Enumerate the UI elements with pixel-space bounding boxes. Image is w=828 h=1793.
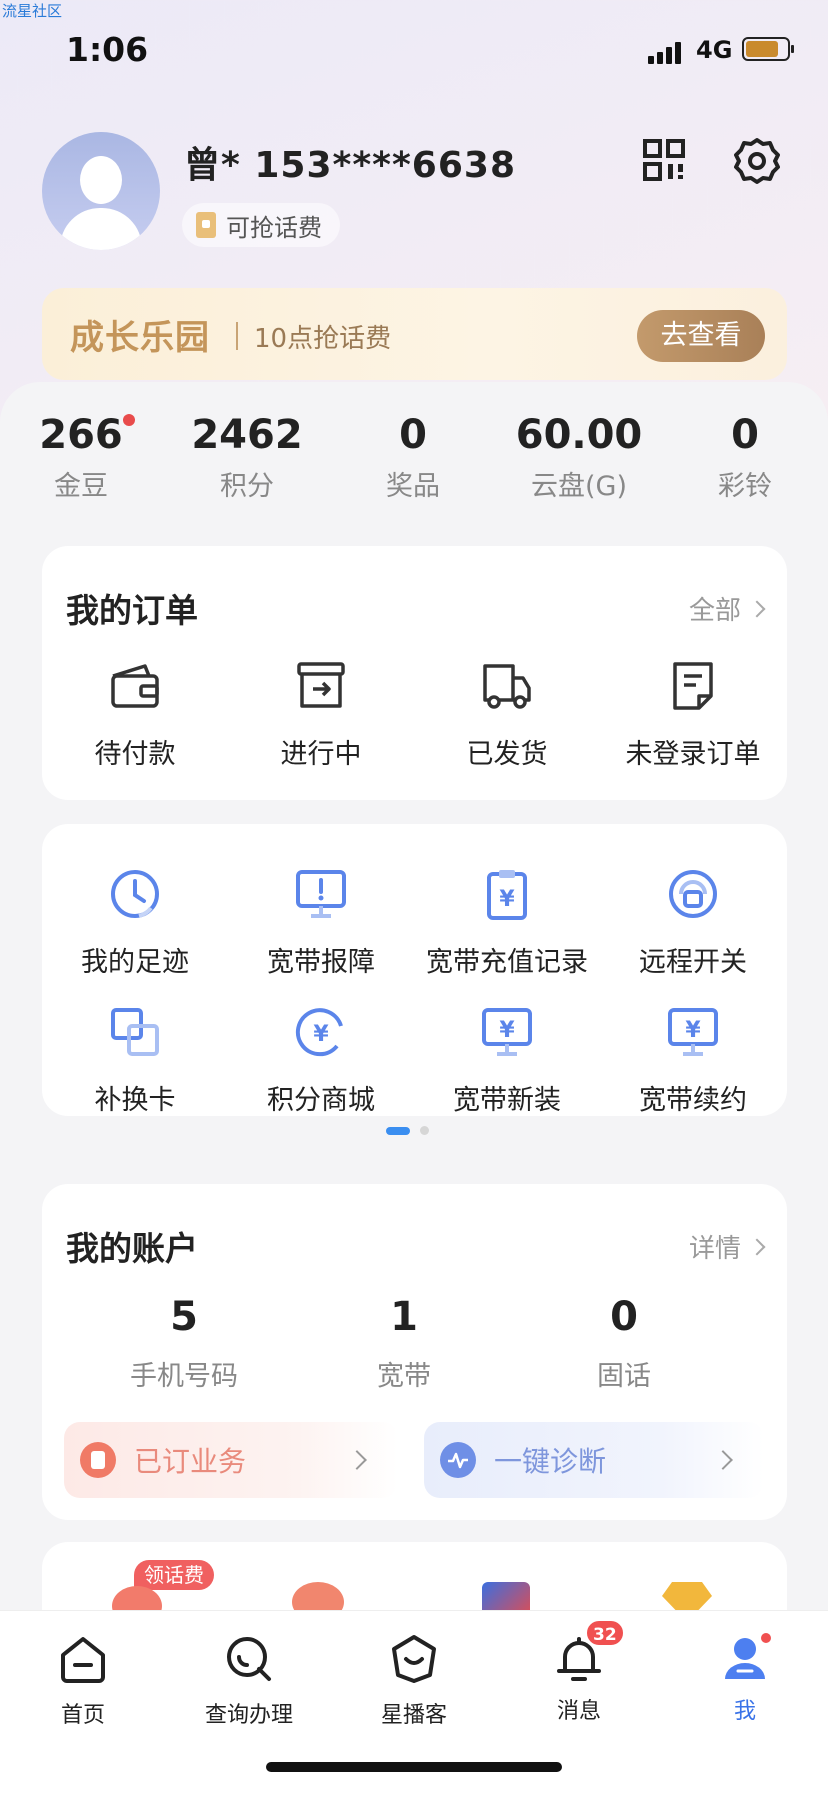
- tab-query[interactable]: 查询办理: [184, 1633, 314, 1729]
- orders-card: 我的订单 全部 待付款 进行中 已发货 未登录订单: [42, 546, 787, 800]
- tab-home[interactable]: 首页: [18, 1633, 148, 1729]
- svg-text:¥: ¥: [499, 1018, 515, 1043]
- receipt-icon: [673, 662, 713, 710]
- stat-prizes[interactable]: 0 奖品: [338, 412, 488, 503]
- page-indicator: [386, 1126, 429, 1135]
- network-type: 4G: [696, 36, 733, 64]
- battery-icon: [742, 37, 794, 61]
- page-dot-active: [386, 1126, 410, 1135]
- card-swap-icon: [111, 1008, 159, 1056]
- notification-dot: [759, 1631, 773, 1645]
- order-shipped[interactable]: 已发货: [414, 658, 600, 771]
- service-points-mall[interactable]: ¥ 积分商城: [228, 1004, 414, 1117]
- tab-star-podcast[interactable]: 星播客: [349, 1633, 479, 1729]
- badge-label: 可抢话费: [226, 213, 322, 242]
- remote-switch-icon: [669, 870, 717, 918]
- svg-text:¥: ¥: [685, 1018, 701, 1043]
- user-name: 曾* 153****6638: [184, 145, 517, 186]
- pulse-icon: [440, 1442, 476, 1478]
- chevron-right-icon: [347, 1450, 367, 1470]
- one-click-diagnose-button[interactable]: 一键诊断: [424, 1422, 764, 1498]
- account-title: 我的账户: [66, 1229, 198, 1268]
- qr-code-icon[interactable]: [642, 138, 686, 182]
- service-card-replacement[interactable]: 补换卡: [42, 1004, 228, 1117]
- stat-points[interactable]: 2462 积分: [172, 412, 322, 503]
- orders-all-link[interactable]: 全部: [689, 590, 766, 627]
- avatar[interactable]: [42, 132, 160, 250]
- account-phone-numbers[interactable]: 5 手机号码: [74, 1294, 294, 1393]
- monitor-yuan-icon: ¥: [668, 1008, 718, 1056]
- svg-text:¥: ¥: [313, 1022, 329, 1047]
- growth-park-banner[interactable]: 成长乐园 10点抢话费 去查看: [42, 288, 787, 380]
- service-broadband-recharge-history[interactable]: ¥ 宽带充值记录: [414, 866, 600, 979]
- message-count-badge: 32: [585, 1619, 625, 1647]
- home-icon: [61, 1637, 105, 1683]
- star-cast-icon: [392, 1635, 436, 1683]
- tab-messages[interactable]: 32 消息: [514, 1619, 644, 1725]
- document-icon: [80, 1442, 116, 1478]
- chevron-right-icon: [748, 1238, 766, 1255]
- watermark: 流星社区: [2, 2, 63, 20]
- recharge-badge[interactable]: 可抢话费: [182, 203, 340, 247]
- clock-icon: [111, 870, 159, 918]
- chevron-right-icon: [748, 600, 766, 617]
- service-my-footprint[interactable]: 我的足迹: [42, 866, 228, 979]
- red-packet-icon: [196, 212, 216, 238]
- notification-dot: [122, 414, 135, 426]
- status-time: 1:06: [66, 30, 149, 69]
- account-landline[interactable]: 0 固话: [514, 1294, 734, 1393]
- home-indicator: [266, 1762, 562, 1772]
- clipboard-yuan-icon: ¥: [487, 870, 527, 920]
- main-panel: 266 金豆 2462 积分 0 奖品 60.00 云盘(G) 0 彩铃 我的订单 全部: [0, 382, 828, 1793]
- signal-icon: [648, 40, 688, 64]
- account-details-link[interactable]: 详情: [689, 1228, 766, 1265]
- box-arrow-icon: [297, 662, 345, 708]
- service-remote-switch[interactable]: 远程开关: [600, 866, 786, 979]
- service-broadband-new-install[interactable]: ¥ 宽带新装: [414, 1004, 600, 1117]
- points-yuan-icon: ¥: [295, 1008, 343, 1057]
- tab-me[interactable]: 我: [680, 1631, 810, 1725]
- stat-ringtone[interactable]: 0 彩铃: [670, 412, 820, 503]
- view-button[interactable]: 去查看: [637, 310, 765, 362]
- services-card: 我的足迹 宽带报障 ¥ 宽带充值记录 远程开关 补换卡 ¥ 积分商城 ¥ 宽带新…: [42, 824, 787, 1135]
- stats-row: 266 金豆 2462 积分 0 奖品 60.00 云盘(G) 0 彩铃: [0, 412, 828, 522]
- search-icon: [227, 1637, 271, 1681]
- order-in-progress[interactable]: 进行中: [228, 658, 414, 771]
- service-broadband-repair[interactable]: 宽带报障: [228, 866, 414, 979]
- page-dot[interactable]: [420, 1126, 429, 1135]
- chevron-right-icon: [713, 1450, 733, 1470]
- stat-cloud-disk[interactable]: 60.00 云盘(G): [504, 412, 654, 503]
- banner-divider: [236, 322, 238, 350]
- promo-tag: 领话费: [134, 1560, 214, 1590]
- orders-title: 我的订单: [66, 591, 198, 630]
- banner-title: 成长乐园: [70, 318, 210, 358]
- banner-subtitle: 10点抢话费: [254, 324, 392, 354]
- monitor-yuan-icon: ¥: [482, 1008, 532, 1056]
- account-card: 我的账户 详情 5 手机号码 1 宽带 0 固话 已订业务 一键诊断: [42, 1184, 787, 1520]
- order-not-logged-in[interactable]: 未登录订单: [600, 658, 786, 771]
- svg-text:¥: ¥: [499, 887, 515, 912]
- truck-icon: [483, 664, 531, 709]
- service-broadband-renewal[interactable]: ¥ 宽带续约: [600, 1004, 786, 1117]
- subscribed-services-button[interactable]: 已订业务: [64, 1422, 398, 1498]
- gear-icon[interactable]: [732, 136, 782, 186]
- stat-gold-beans[interactable]: 266 金豆: [6, 412, 156, 503]
- wallet-icon: [111, 664, 159, 708]
- order-pending-payment[interactable]: 待付款: [42, 658, 228, 771]
- status-bar: 1:06 4G: [0, 30, 828, 74]
- monitor-alert-icon: [296, 870, 346, 918]
- account-broadband[interactable]: 1 宽带: [294, 1294, 514, 1393]
